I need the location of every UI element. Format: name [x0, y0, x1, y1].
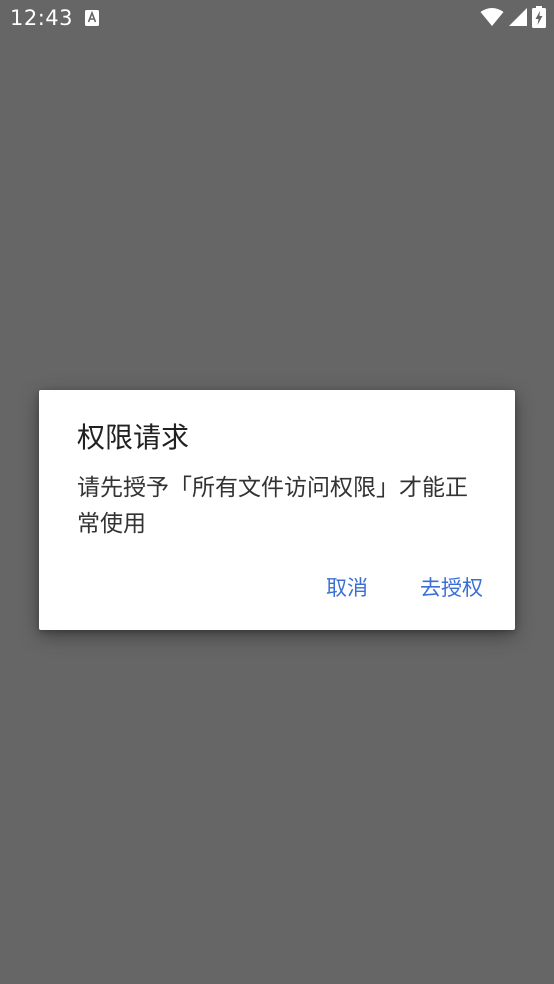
authorize-button[interactable]: 去授权: [418, 568, 485, 606]
dialog-actions: 取消 去授权: [324, 568, 485, 606]
cellular-signal-icon: [508, 7, 528, 31]
permission-dialog: 权限请求 请先授予「所有文件访问权限」才能正常使用 取消 去授权: [39, 390, 515, 630]
dialog-title: 权限请求: [77, 421, 190, 454]
cancel-button[interactable]: 取消: [324, 568, 370, 606]
status-icons: [480, 6, 546, 32]
text-a-icon: [84, 9, 100, 27]
wifi-icon: [480, 7, 504, 31]
battery-charging-icon: [532, 6, 546, 32]
dialog-message: 请先授予「所有文件访问权限」才能正常使用: [77, 475, 468, 537]
status-bar: 12:43: [0, 0, 554, 40]
status-time: 12:43: [10, 6, 74, 30]
